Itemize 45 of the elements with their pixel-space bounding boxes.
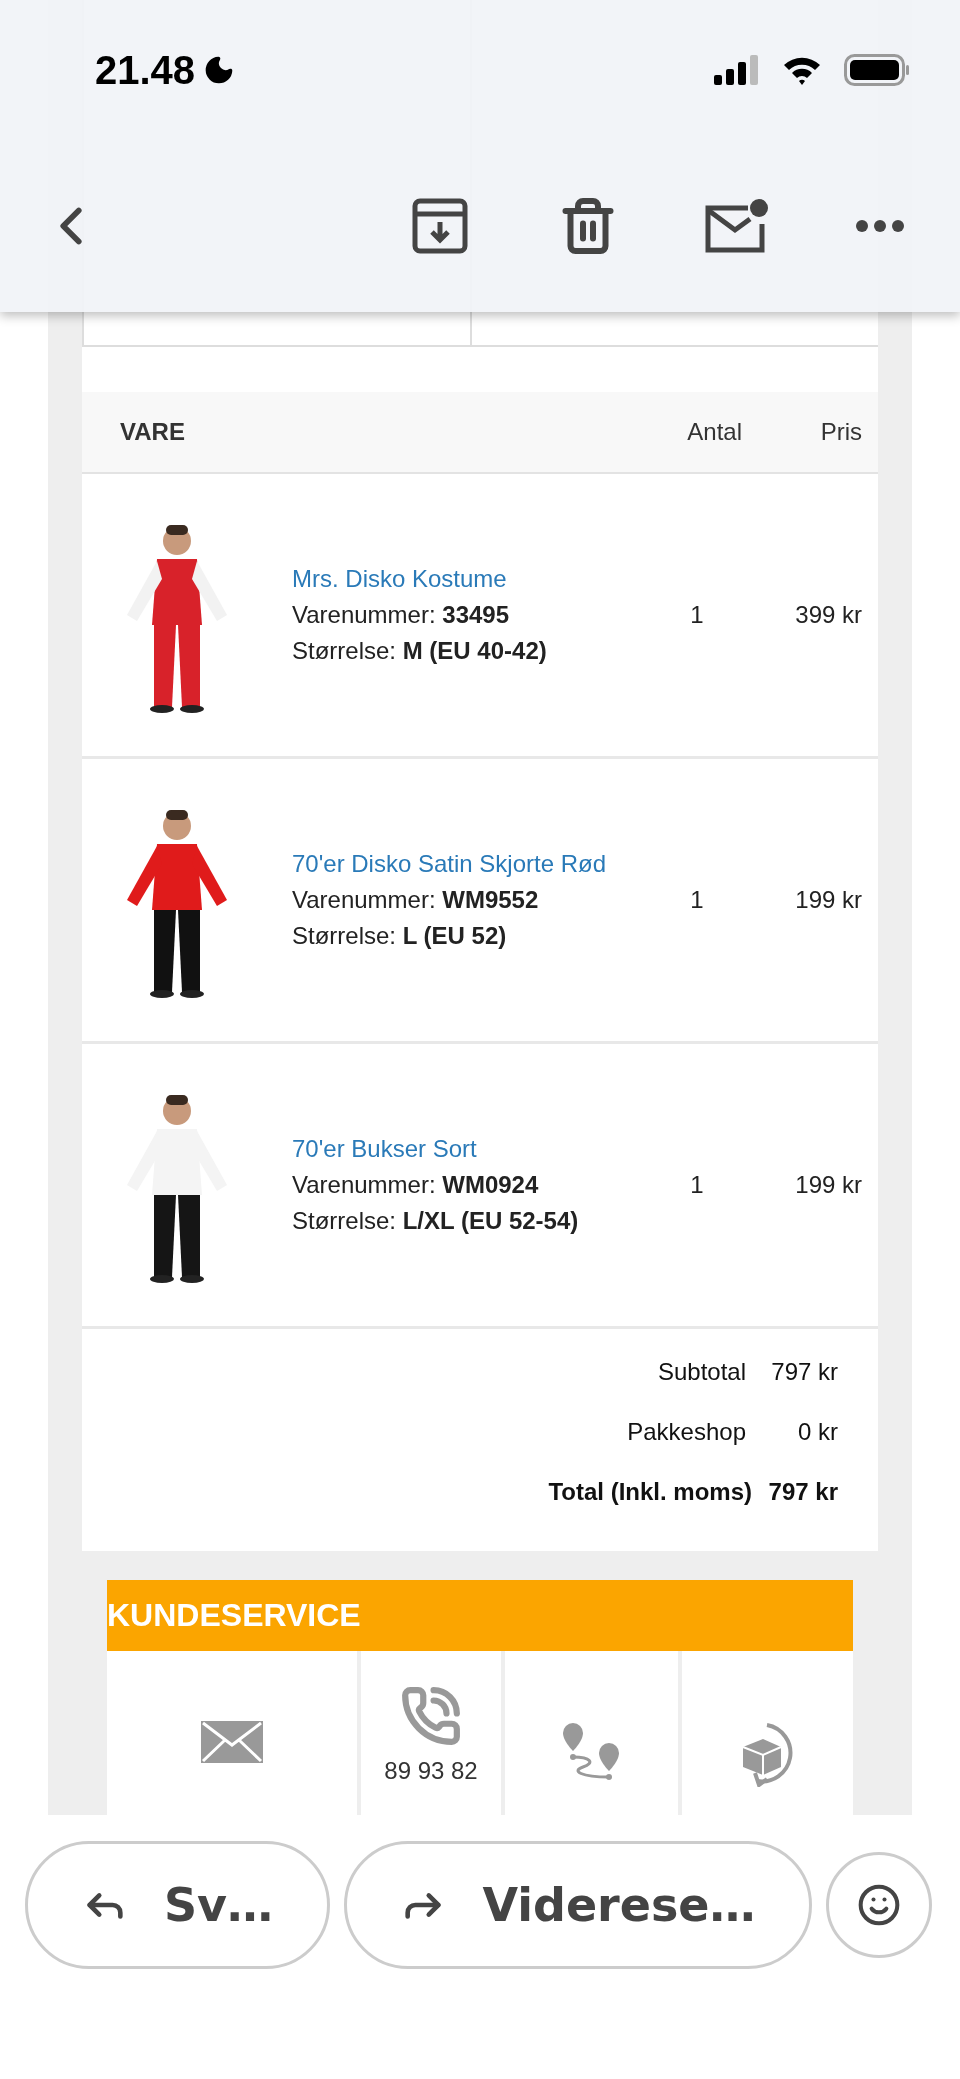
item-number: Varenummer: WM0924 xyxy=(292,1170,540,1200)
service-tile[interactable] xyxy=(682,1651,853,1815)
archive-button[interactable] xyxy=(412,198,468,254)
more-icon xyxy=(856,220,904,232)
mark-unread-button[interactable] xyxy=(704,198,768,254)
product-link[interactable]: 70'er Disko Satin Skjorte Rød xyxy=(292,846,612,882)
price-cell-text: 399 kr xyxy=(794,601,862,629)
item-number: Varenummer: 33495 xyxy=(292,600,511,630)
total-value: 797 kr xyxy=(770,1357,838,1387)
wifi-icon xyxy=(782,55,822,85)
smiley-icon xyxy=(857,1883,901,1927)
product-link[interactable]: 70'er Bukser Sort xyxy=(292,1131,612,1167)
price-cell-text: 199 kr xyxy=(794,886,862,914)
item-size: Størrelse: M (EU 40-42) xyxy=(292,636,548,666)
unread-mail-icon xyxy=(704,198,768,254)
phone-icon xyxy=(400,1685,462,1747)
column-heading: VARE xyxy=(120,418,186,446)
section-heading: KUNDESERVICE xyxy=(107,1580,853,1651)
service-tile[interactable]: 89 93 82 xyxy=(361,1651,501,1815)
total-label: Pakkeshop xyxy=(627,1417,746,1447)
item-number: Varenummer: WM9552 xyxy=(292,885,540,915)
more-button[interactable] xyxy=(856,220,904,232)
quantity-cell-text: 1 xyxy=(689,601,705,629)
service-tile[interactable] xyxy=(505,1651,678,1815)
phone-number: 89 93 82 xyxy=(384,1757,478,1785)
envelope-icon xyxy=(201,1721,263,1763)
status-time: 21.48 xyxy=(95,47,196,93)
service-tile[interactable] xyxy=(107,1651,357,1815)
archive-icon xyxy=(412,198,468,254)
forward-button[interactable]: Viderese… xyxy=(344,1841,812,1969)
item-size: Størrelse: L (EU 52) xyxy=(292,921,508,951)
product-link[interactable]: Mrs. Disko Kostume xyxy=(292,561,612,597)
total-label: Subtotal xyxy=(657,1357,746,1387)
item-size: Størrelse: L/XL (EU 52-54) xyxy=(292,1206,580,1236)
reply-button[interactable]: Sv… xyxy=(25,1841,330,1969)
column-heading: Antal xyxy=(686,418,742,446)
signal-icon xyxy=(714,55,760,85)
total-value: 0 kr xyxy=(797,1417,838,1447)
quantity-cell-text: 1 xyxy=(689,886,705,914)
price-cell-text: 199 kr xyxy=(794,1171,862,1199)
battery-icon xyxy=(844,54,910,86)
total-value: 797 kr xyxy=(767,1477,838,1507)
total-label: Total (Inkl. moms) xyxy=(548,1477,752,1507)
column-heading: Pris xyxy=(819,418,862,446)
quantity-cell-text: 1 xyxy=(689,1171,705,1199)
